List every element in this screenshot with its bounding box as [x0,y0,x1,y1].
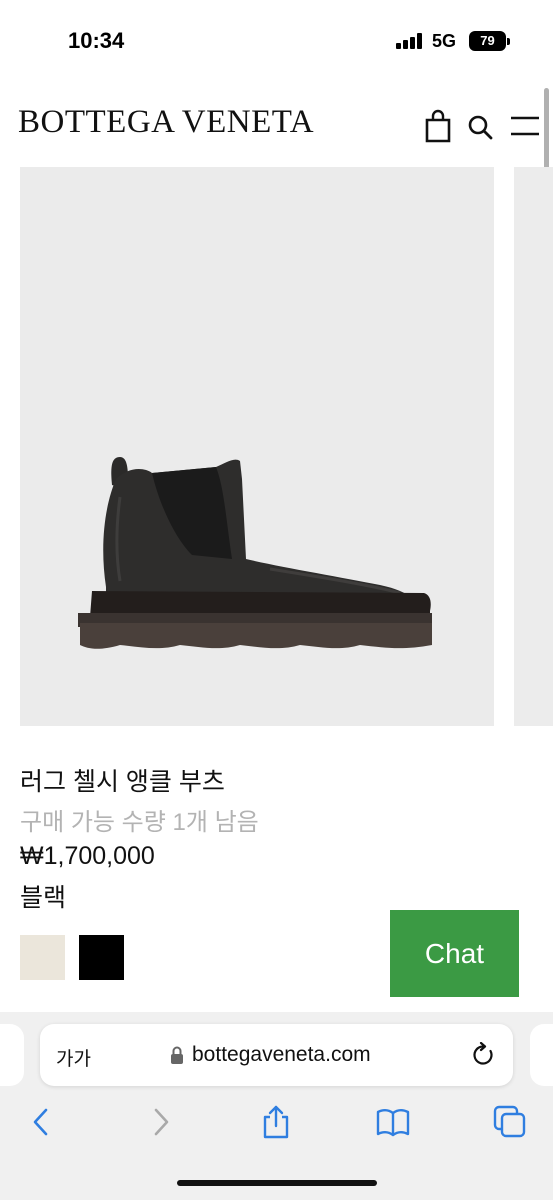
chat-button[interactable]: Chat [390,910,519,997]
menu-icon[interactable] [509,108,539,144]
shopping-bag-icon[interactable] [423,108,453,144]
product-price: ₩1,700,000 [20,842,155,870]
url-text[interactable]: bottegaveneta.com [192,1043,371,1067]
home-indicator [177,1180,377,1186]
brand-logo[interactable]: BOTTEGA VENETA [18,104,314,141]
share-icon[interactable] [258,1104,294,1140]
reader-text-size-button[interactable]: 가가 [56,1044,91,1071]
status-time: 10:34 [68,28,125,53]
forward-icon[interactable] [142,1104,178,1140]
color-swatch-ivory[interactable] [20,935,65,980]
previous-tab-peek[interactable] [0,1024,24,1086]
address-bar[interactable]: 가가 bottegaveneta.com [40,1024,513,1086]
color-name: 블랙 [20,884,67,912]
next-tab-peek[interactable] [530,1024,553,1086]
product-image[interactable] [20,167,494,726]
bookmarks-icon[interactable] [375,1104,411,1140]
product-name: 러그 첼시 앵클 부츠 [20,768,225,796]
lock-icon [170,1045,184,1065]
next-product-image[interactable] [514,167,553,726]
battery-tip [507,38,510,45]
signal-icon [396,33,424,49]
availability-text: 구매 가능 수량 1개 남음 [20,809,259,836]
reload-icon[interactable] [470,1041,496,1068]
back-icon[interactable] [24,1104,60,1140]
status-bar: 10:34 5G 79 [0,0,553,84]
color-swatch-black[interactable] [79,935,124,980]
battery-icon: 79 [469,31,506,51]
search-icon[interactable] [466,108,496,144]
network-label: 5G [432,31,457,51]
tabs-icon[interactable] [492,1104,528,1140]
